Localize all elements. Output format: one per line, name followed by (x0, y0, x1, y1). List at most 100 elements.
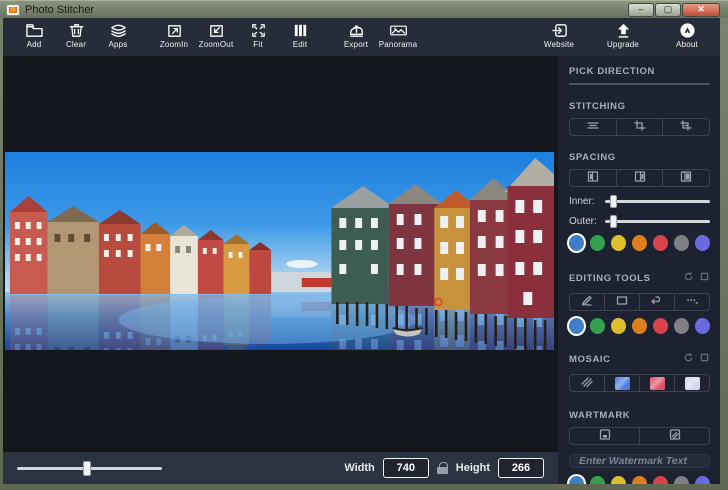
frame-mid-icon (633, 170, 647, 186)
watermark-color-swatches (569, 476, 710, 484)
more-tools-button[interactable] (674, 294, 709, 310)
mosaic-texture-red (650, 377, 665, 390)
color-swatch[interactable] (695, 235, 710, 251)
color-swatch[interactable] (632, 318, 647, 334)
width-input[interactable] (383, 458, 429, 478)
export-button[interactable]: Export (335, 21, 377, 50)
color-swatch[interactable] (569, 235, 584, 251)
mosaic-hatch-button[interactable] (570, 375, 604, 391)
reset-icon[interactable] (683, 350, 694, 368)
color-swatch[interactable] (569, 318, 584, 334)
canvas-column: Width Height (3, 56, 558, 484)
stitching-options (569, 118, 710, 136)
clear-button[interactable]: Clear (55, 21, 97, 50)
canvas (3, 56, 558, 452)
spacing-none-button[interactable] (570, 170, 616, 186)
color-swatch[interactable] (674, 476, 689, 484)
sidebar: PICK DIRECTION HORIZONTAL VERTICAL STITC… (558, 56, 720, 484)
mosaic-label: MOSAIC (569, 354, 611, 365)
website-button[interactable]: Website (538, 21, 580, 50)
canvas-zoom-slider[interactable] (17, 467, 162, 470)
color-swatch[interactable] (611, 235, 626, 251)
add-folder-icon (25, 22, 44, 39)
apps-button[interactable]: Apps (97, 21, 139, 50)
color-swatch[interactable] (590, 318, 605, 334)
stitch-crop-button[interactable] (616, 119, 663, 135)
pen-icon (580, 294, 594, 310)
watermark-text-input[interactable] (569, 454, 710, 468)
spacing-color-swatches (569, 235, 710, 251)
window-title: Photo Stitcher (25, 4, 94, 16)
color-swatch[interactable] (653, 318, 668, 334)
app-icon (6, 4, 20, 16)
bottom-bar: Width Height (3, 452, 558, 484)
clear-layer-icon[interactable] (699, 350, 710, 368)
inner-spacing-slider[interactable] (605, 200, 710, 203)
color-swatch[interactable] (695, 476, 710, 484)
about-button[interactable]: About (666, 21, 708, 50)
color-swatch[interactable] (632, 476, 647, 484)
color-swatch[interactable] (611, 318, 626, 334)
lock-icon[interactable] (437, 462, 448, 474)
rectangle-tool-button[interactable] (604, 294, 639, 310)
ellipsis-caret-icon (685, 294, 699, 310)
edit-button[interactable]: Edit (279, 21, 321, 50)
outer-label: Outer: (569, 216, 605, 227)
color-swatch[interactable] (674, 318, 689, 334)
pick-direction-label: PICK DIRECTION (569, 66, 710, 77)
zoom-out-icon (207, 22, 226, 39)
frame-right-icon (679, 170, 693, 186)
panorama-button[interactable]: Panorama (377, 21, 419, 50)
stitch-align-button[interactable] (570, 119, 616, 135)
outer-slider-handle[interactable] (610, 215, 617, 228)
upgrade-button[interactable]: Upgrade (602, 21, 644, 50)
close-button[interactable]: ✕ (682, 3, 720, 17)
pick-direction-control: HORIZONTAL VERTICAL (569, 83, 710, 85)
align-lines-icon (586, 119, 600, 135)
zoom-out-button[interactable]: ZoomOut (195, 21, 237, 50)
mosaic-texture-button[interactable] (639, 375, 674, 391)
watermark-text-button[interactable] (570, 428, 639, 444)
outer-spacing-slider[interactable] (605, 220, 710, 223)
zoom-in-button[interactable]: ZoomIn (153, 21, 195, 50)
zoom-slider-handle[interactable] (83, 461, 91, 476)
minimize-button[interactable]: – (628, 3, 654, 17)
spacing-inner-button[interactable] (616, 170, 663, 186)
stitching-label: STITCHING (569, 101, 710, 112)
trash-icon (67, 22, 86, 39)
toolbar: Add Clear Apps ZoomIn ZoomOut Fit (3, 18, 720, 56)
maximize-button[interactable]: ▢ (655, 3, 681, 17)
undo-button[interactable] (639, 294, 674, 310)
color-swatch[interactable] (569, 476, 584, 484)
app-body: Add Clear Apps ZoomIn ZoomOut Fit (3, 18, 720, 484)
reset-icon[interactable] (683, 269, 694, 287)
add-button[interactable]: Add (13, 21, 55, 50)
spacing-both-button[interactable] (662, 170, 709, 186)
height-input[interactable] (498, 458, 544, 478)
color-swatch[interactable] (674, 235, 689, 251)
clear-layer-icon[interactable] (699, 269, 710, 287)
zoom-in-icon (165, 22, 184, 39)
color-swatch[interactable] (611, 476, 626, 484)
color-swatch[interactable] (590, 235, 605, 251)
color-swatch[interactable] (632, 235, 647, 251)
color-swatch[interactable] (653, 235, 668, 251)
color-swatch[interactable] (590, 476, 605, 484)
mosaic-texture-button[interactable] (604, 375, 639, 391)
crop-icon (633, 119, 647, 135)
website-icon (550, 22, 569, 39)
fit-button[interactable]: Fit (237, 21, 279, 50)
watermark-hatch-icon (668, 428, 682, 444)
export-icon (347, 22, 366, 39)
pen-tool-button[interactable] (570, 294, 604, 310)
rectangle-icon (615, 294, 629, 310)
mosaic-texture-blue (615, 377, 630, 390)
watermark-square-icon (598, 428, 612, 444)
color-swatch[interactable] (653, 476, 668, 484)
stitch-crop-fill-button[interactable] (662, 119, 709, 135)
color-swatch[interactable] (695, 318, 710, 334)
mosaic-texture-button[interactable] (674, 375, 709, 391)
inner-slider-handle[interactable] (610, 195, 617, 208)
watermark-image-button[interactable] (639, 428, 709, 444)
mosaic-texture-light (685, 377, 700, 390)
